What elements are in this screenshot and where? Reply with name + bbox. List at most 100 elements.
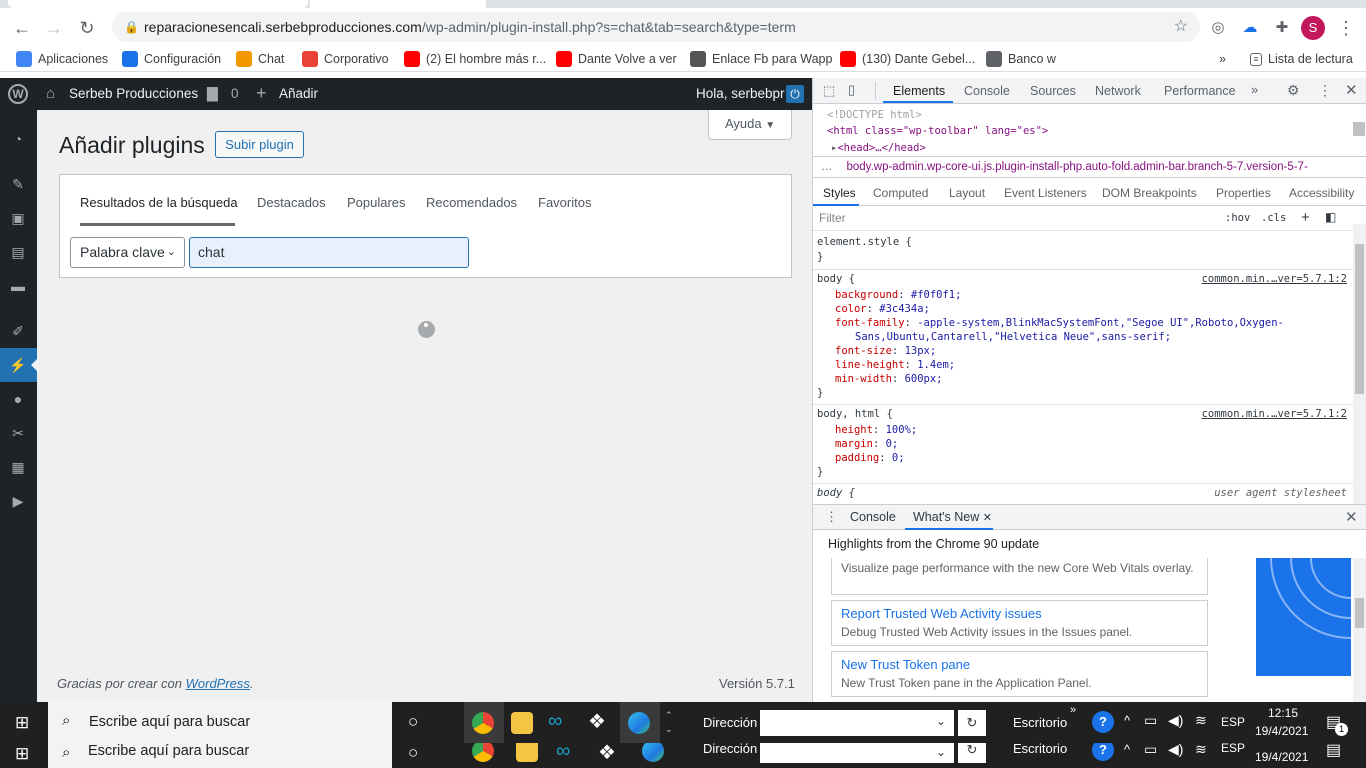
styles-scroll-thumb[interactable] bbox=[1355, 244, 1364, 394]
forward-icon[interactable]: → bbox=[42, 16, 66, 40]
upload-plugin-button[interactable]: Subir plugin bbox=[215, 131, 304, 158]
bookmark-item[interactable]: Configuración bbox=[122, 50, 221, 68]
rule3-selector[interactable]: body { bbox=[817, 487, 855, 499]
clock-date[interactable]: 19/4/2021 bbox=[1255, 724, 1308, 738]
browser-tab[interactable] bbox=[8, 0, 308, 8]
infinity-icon[interactable]: ∞ bbox=[556, 743, 570, 763]
css-declaration[interactable]: font-family: -apple-system,BlinkMacSyste… bbox=[835, 317, 1284, 329]
devtools-close-icon[interactable]: ✕ bbox=[1345, 81, 1358, 99]
search-input[interactable]: chat bbox=[189, 237, 469, 268]
account-greeting[interactable]: Hola, serbebpr bbox=[696, 86, 785, 101]
edge-icon[interactable] bbox=[642, 743, 664, 762]
css-declaration[interactable]: height: 100%; bbox=[835, 424, 917, 436]
extension-icon[interactable]: ◎ bbox=[1206, 16, 1230, 40]
styles-subtab[interactable]: DOM Breakpoints bbox=[1102, 186, 1197, 200]
more-tabs-icon[interactable]: » bbox=[1251, 82, 1258, 97]
help-icon[interactable]: ? bbox=[1092, 711, 1114, 733]
address-toolbar-input[interactable]: ⌄ bbox=[760, 743, 954, 763]
users-icon[interactable]: ● bbox=[9, 390, 27, 408]
styles-scrollbar[interactable] bbox=[1353, 224, 1366, 504]
css-declaration[interactable]: line-height: 1.4em; bbox=[835, 359, 955, 371]
bookmark-item[interactable]: Enlace Fb para Wapp bbox=[690, 50, 832, 68]
close-tab-icon[interactable]: ✕ bbox=[983, 512, 992, 524]
taskbar-search[interactable]: ⌕ Escribe aquí para buscar bbox=[48, 702, 392, 743]
comments-icon[interactable]: ▬ bbox=[9, 277, 27, 295]
whats-new-card[interactable]: Report Trusted Web Activity issues Debug… bbox=[831, 600, 1208, 646]
whats-new-card-desc[interactable]: Visualize page performance with the new … bbox=[831, 558, 1208, 595]
reading-list[interactable]: ≡ Lista de lectura bbox=[1250, 50, 1353, 68]
new-rule-icon[interactable]: + bbox=[1301, 209, 1310, 226]
battery-icon[interactable]: ▭ bbox=[1144, 712, 1157, 729]
css-declaration[interactable]: margin: 0; bbox=[835, 438, 898, 450]
dom-head-node[interactable]: ▸<head>…</head> bbox=[831, 142, 926, 154]
star-icon[interactable]: ☆ bbox=[1174, 12, 1188, 42]
plugin-tab[interactable]: Favoritos bbox=[538, 195, 591, 210]
drawer-scrollbar[interactable] bbox=[1353, 558, 1366, 702]
css-declaration[interactable]: Sans,Ubuntu,Cantarell,"Helvetica Neue",s… bbox=[855, 331, 1171, 343]
styles-subtab[interactable]: Styles bbox=[823, 186, 856, 200]
settings-icon[interactable]: ▦ bbox=[9, 458, 27, 476]
profile-avatar[interactable]: S bbox=[1301, 16, 1325, 40]
notifications-icon[interactable]: ▤ bbox=[1326, 743, 1341, 760]
pin-icon[interactable]: ✎ bbox=[9, 175, 27, 193]
volume-icon[interactable]: ◀) bbox=[1168, 712, 1183, 729]
search-type-select[interactable]: Palabra clave ⌄ bbox=[70, 237, 185, 268]
home-icon[interactable]: ⌂ bbox=[46, 85, 55, 102]
address-bar[interactable]: 🔒 reparacionesencali.serbebproducciones.… bbox=[112, 12, 1200, 42]
address-toolbar-input[interactable]: ⌄ bbox=[760, 710, 954, 736]
css-declaration[interactable]: background: #f0f0f1; bbox=[835, 289, 961, 301]
rule1-source-link[interactable]: common.min.…ver=5.7.1:2 bbox=[1202, 273, 1347, 285]
tray-caret-icon[interactable]: ^ bbox=[1124, 743, 1130, 757]
toolbar-scroll-arrows[interactable]: ⌃ ⌄ bbox=[665, 708, 673, 736]
rule1-selector[interactable]: body { bbox=[817, 273, 855, 285]
drawer-close-icon[interactable]: ✕ bbox=[1345, 508, 1358, 526]
bookmark-item[interactable]: Corporativo bbox=[302, 50, 389, 68]
cls-toggle[interactable]: .cls bbox=[1261, 212, 1286, 224]
computed-sidebar-icon[interactable]: ◧ bbox=[1325, 210, 1336, 224]
battery-icon[interactable]: ▭ bbox=[1144, 743, 1157, 758]
wifi-icon[interactable]: ≋ bbox=[1195, 743, 1207, 758]
toolbar-overflow-icon[interactable]: » bbox=[1070, 704, 1076, 716]
file-explorer-icon[interactable] bbox=[516, 743, 538, 762]
whats-new-card[interactable]: New Trust Token pane New Trust Token pan… bbox=[831, 651, 1208, 697]
wordpress-logo-icon[interactable]: W bbox=[8, 84, 28, 104]
bookmark-item[interactable]: Aplicaciones bbox=[16, 50, 108, 68]
chevron-down-icon[interactable]: ⌄ bbox=[936, 745, 946, 759]
address-go-icon[interactable]: ↻ bbox=[958, 710, 986, 736]
drawer-scroll-thumb[interactable] bbox=[1355, 598, 1364, 628]
language-indicator[interactable]: ESP bbox=[1221, 715, 1245, 729]
cloud-icon[interactable]: ☁ bbox=[1238, 16, 1262, 40]
add-new-link[interactable]: Añadir bbox=[279, 86, 318, 101]
plugin-tab[interactable]: Destacados bbox=[257, 195, 326, 210]
wifi-icon[interactable]: ≋ bbox=[1195, 712, 1207, 729]
css-declaration[interactable]: color: #3c434a; bbox=[835, 303, 930, 315]
collapse-menu-icon[interactable]: ▶ bbox=[9, 492, 27, 510]
plugins-menu-active[interactable]: ⚡ bbox=[0, 348, 37, 382]
reload-icon[interactable]: ↻ bbox=[75, 16, 99, 40]
dom-breadcrumb[interactable]: … body.wp-admin.wp-core-ui.js.plugin-inst… bbox=[813, 156, 1366, 178]
dom-doctype[interactable]: <!DOCTYPE html> bbox=[827, 109, 922, 121]
comments-count[interactable]: 0 bbox=[231, 86, 239, 101]
bookmark-item[interactable]: (2) El hombre más r... bbox=[404, 50, 546, 68]
tray-caret-icon[interactable]: ^ bbox=[1124, 713, 1130, 728]
help-icon[interactable]: ? bbox=[1092, 743, 1114, 761]
infinity-icon[interactable]: ∞ bbox=[548, 710, 562, 733]
menu-dots-icon[interactable]: ⋮ bbox=[1334, 16, 1358, 40]
bookmark-item[interactable]: Banco w bbox=[986, 50, 1056, 68]
devtools-tab[interactable]: Sources bbox=[1030, 78, 1076, 104]
language-indicator[interactable]: ESP bbox=[1221, 743, 1245, 755]
clock-time[interactable]: 12:15 bbox=[1268, 706, 1298, 720]
user-avatar-icon[interactable]: ⏻ bbox=[786, 85, 804, 103]
bookmark-item[interactable]: Dante Volve a ver bbox=[556, 50, 677, 68]
bookmarks-overflow[interactable]: » bbox=[1219, 50, 1226, 68]
appearance-icon[interactable]: ✐ bbox=[9, 322, 27, 340]
devtools-menu-icon[interactable]: ⋮ bbox=[1318, 82, 1332, 99]
taskbar-search[interactable]: ⌕ Escribe aquí para buscar bbox=[48, 743, 392, 768]
bookmark-item[interactable]: Chat bbox=[236, 50, 284, 68]
dropbox-icon[interactable]: ❖ bbox=[598, 743, 616, 765]
pages-icon[interactable]: ▤ bbox=[9, 243, 27, 261]
clock-date[interactable]: 19/4/2021 bbox=[1255, 750, 1308, 764]
element-style-selector[interactable]: element.style { bbox=[817, 236, 912, 248]
chrome-icon[interactable] bbox=[472, 743, 494, 762]
dom-scrollbar[interactable] bbox=[1353, 122, 1365, 136]
